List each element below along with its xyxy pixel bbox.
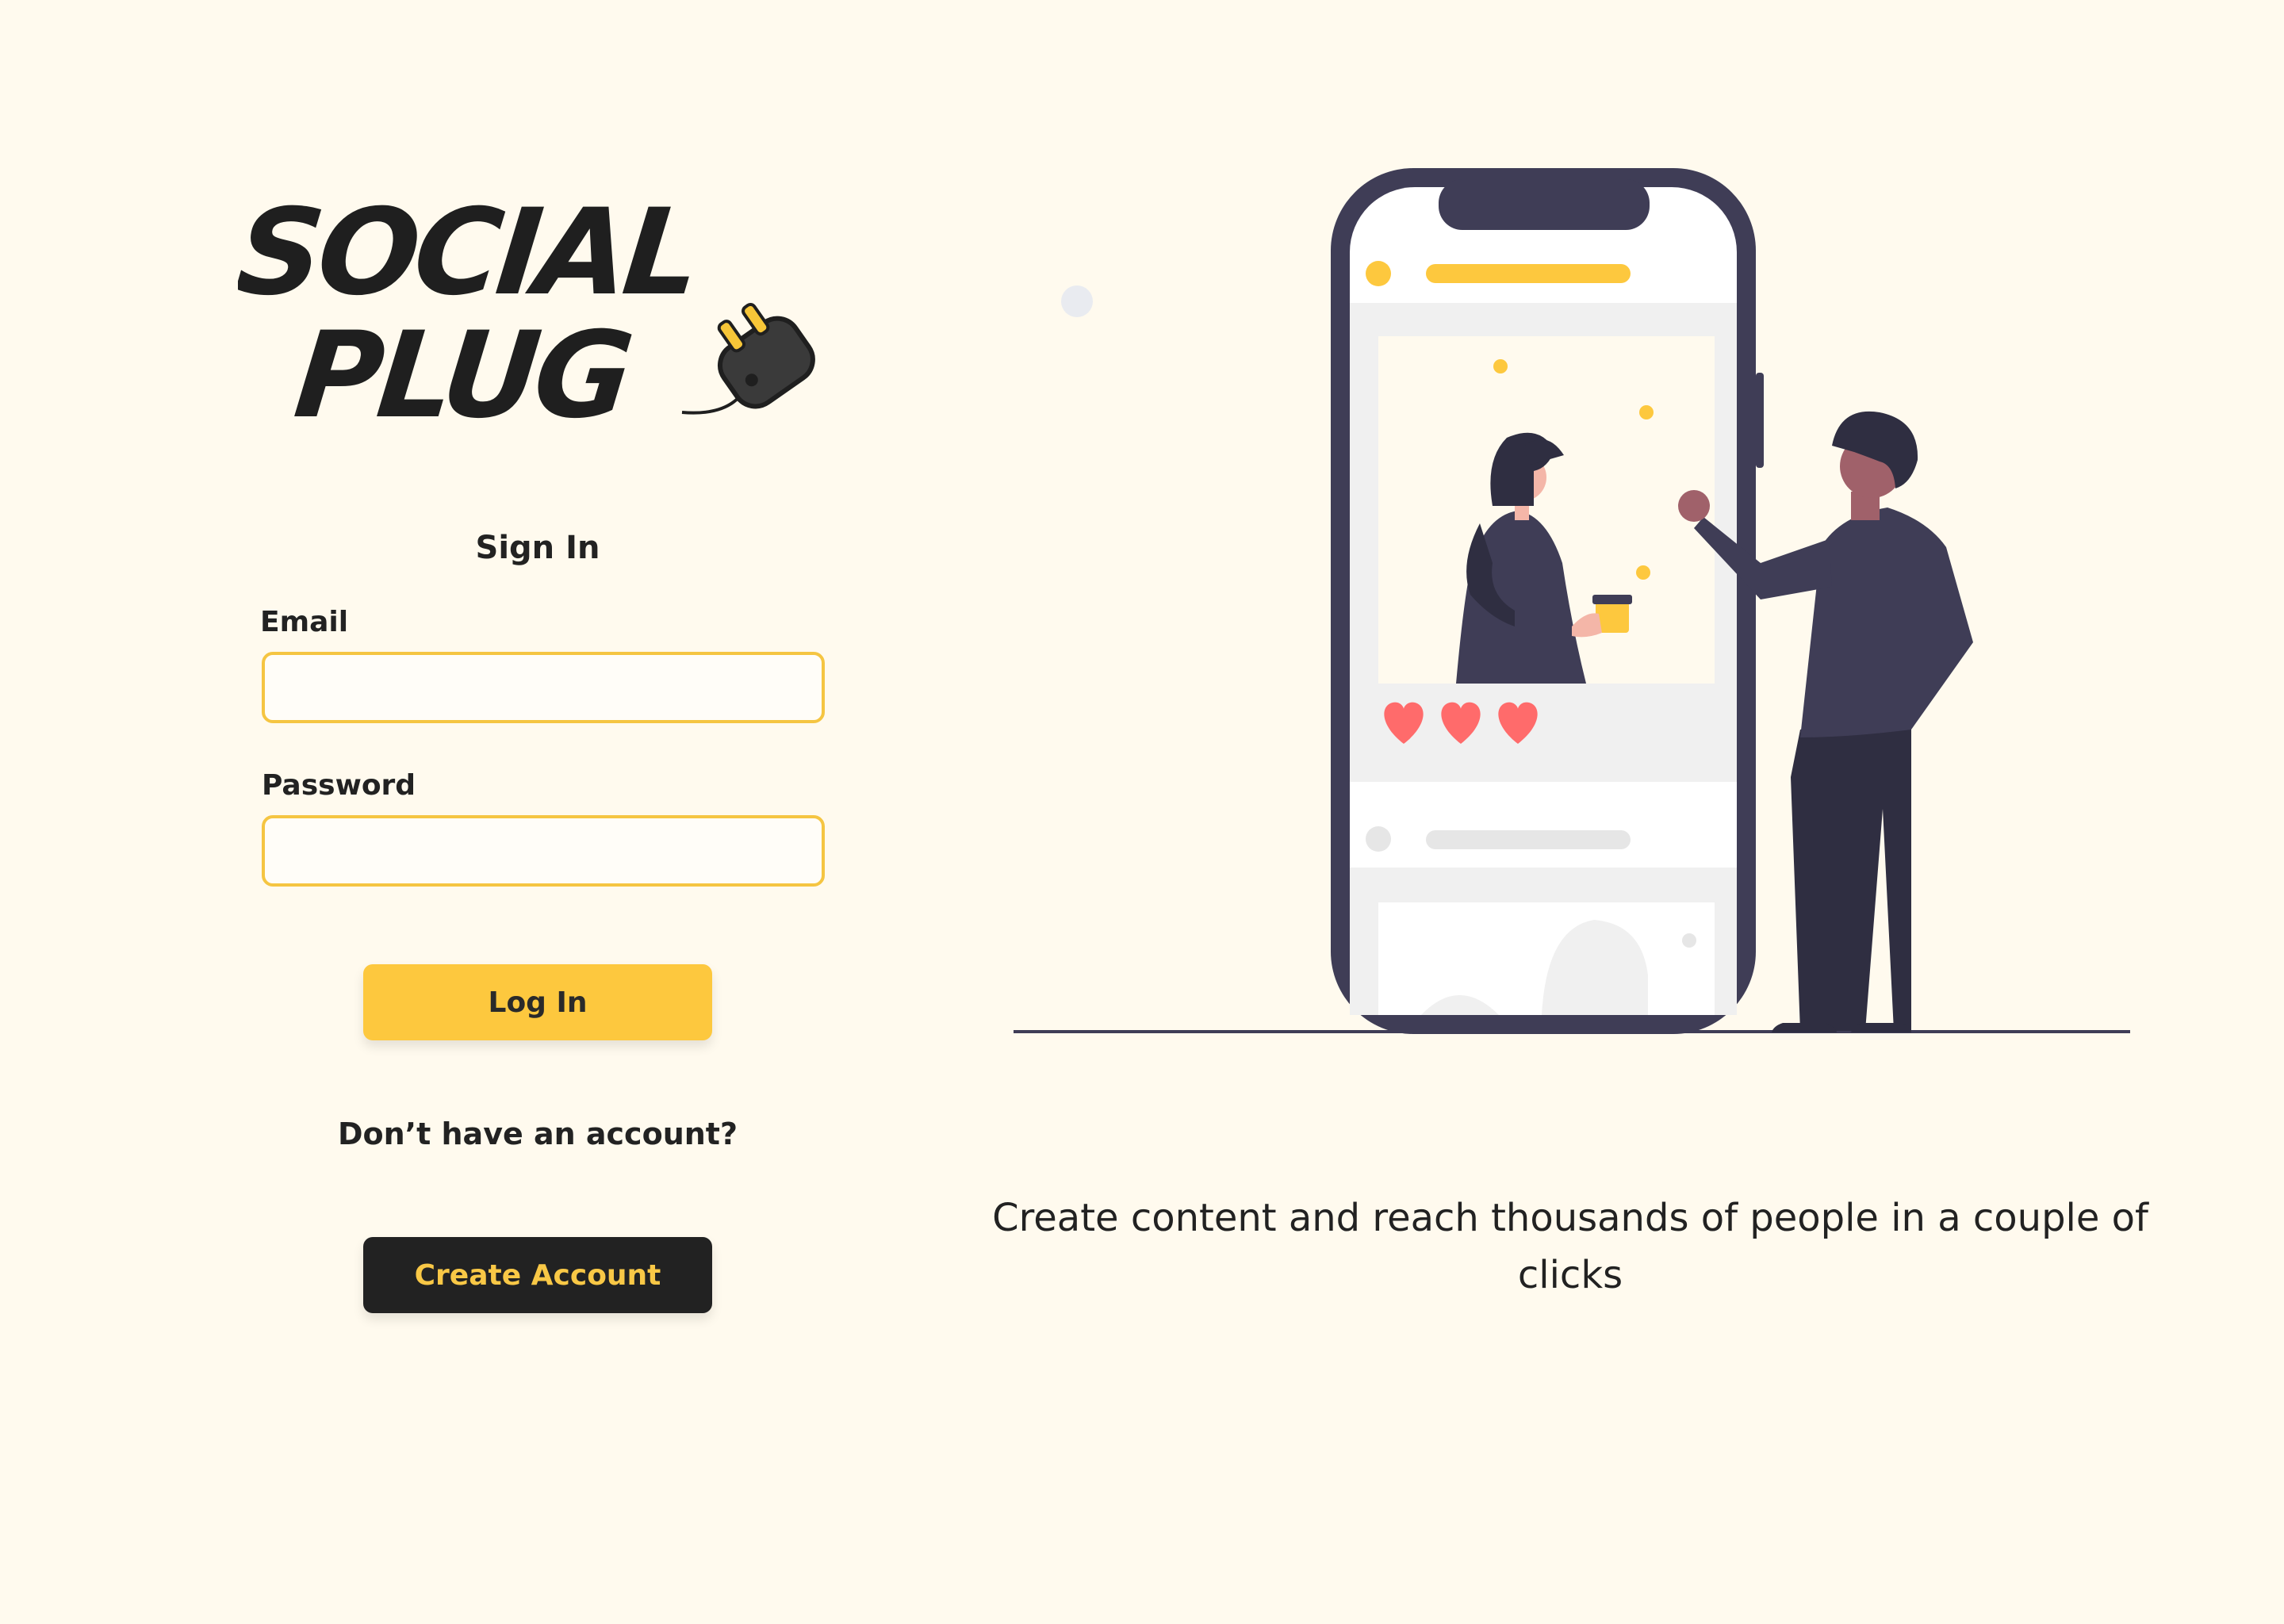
create-account-button[interactable]: Create Account (363, 1237, 712, 1313)
logo-text-plug: PLUG (289, 306, 635, 444)
brand-logo: SOCIAL PLUG (230, 174, 841, 445)
hero-illustration (1007, 151, 2149, 1047)
phone-graphic (1331, 168, 1764, 1034)
password-label: Password (262, 769, 416, 802)
login-button[interactable]: Log In (363, 964, 712, 1040)
signin-title: Sign In (475, 530, 600, 566)
email-field[interactable] (262, 652, 825, 723)
no-account-text: Don’t have an account? (337, 1116, 738, 1151)
email-label: Email (260, 606, 349, 638)
logo-text-social: SOCIAL (238, 183, 703, 322)
password-field[interactable] (262, 815, 825, 887)
hero-tagline: Create content and reach thousands of pe… (992, 1196, 2148, 1297)
plug-icon (681, 302, 815, 415)
